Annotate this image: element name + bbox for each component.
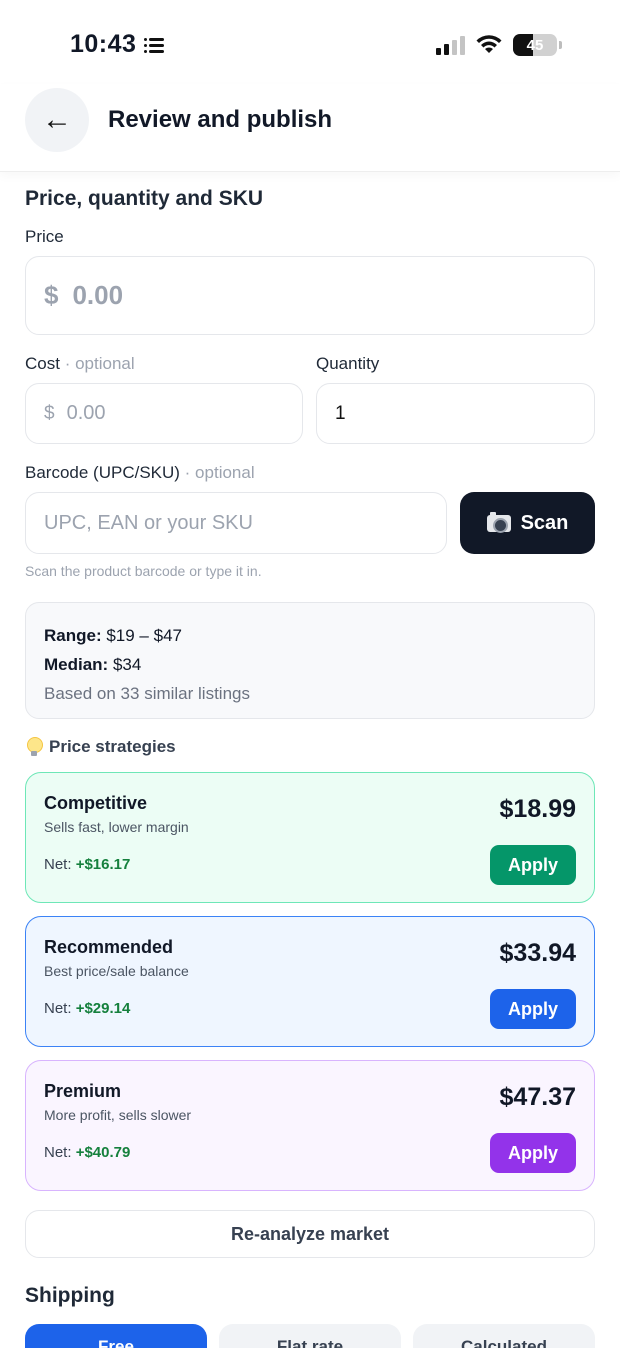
price-placeholder: 0.00 — [72, 280, 124, 310]
strategy-description: More profit, sells slower — [44, 1107, 192, 1123]
cost-placeholder: 0.00 — [66, 402, 106, 424]
median-value: $34 — [108, 655, 142, 674]
barcode-placeholder: UPC, EAN or your SKU — [44, 511, 253, 534]
scan-button[interactable]: Scan — [460, 492, 595, 554]
price-input[interactable]: $ 0.00 — [25, 256, 595, 335]
strategy-net: Net: +$16.17 — [44, 856, 130, 873]
battery-nub — [559, 41, 562, 49]
median-label: Median: — [44, 655, 109, 674]
lightbulb-icon — [27, 737, 43, 757]
range-label: Range: — [44, 626, 102, 645]
shipping-tab-flat-rate[interactable]: Flat rate — [219, 1324, 401, 1348]
cellular-signal-icon — [436, 35, 465, 55]
status-indicators: 45 — [436, 34, 562, 56]
strategy-name: Competitive — [44, 793, 148, 813]
strategy-name: Recommended — [44, 937, 174, 957]
net-value: +$40.79 — [75, 1144, 131, 1161]
strategy-card-premium: Premium More profit, sells slower $47.37… — [25, 1060, 595, 1191]
strategy-net: Net: +$29.14 — [44, 1000, 130, 1017]
clock: 10:43 — [70, 30, 165, 59]
strategy-card-competitive: Competitive Sells fast, lower margin $18… — [25, 772, 595, 903]
strategy-net: Net: +$40.79 — [44, 1144, 130, 1161]
status-bar: 10:43 45 — [0, 0, 620, 90]
strategy-price: $18.99 — [499, 795, 576, 823]
cost-label: Cost · optional — [25, 354, 135, 374]
section-title-shipping: Shipping — [25, 1284, 115, 1307]
price-strategies-heading: Price strategies — [27, 737, 176, 757]
price-currency: $ — [44, 280, 59, 310]
shipping-tab-free[interactable]: Free — [25, 1324, 207, 1348]
battery-percent: 45 — [526, 36, 544, 54]
net-label: Net: — [44, 1000, 76, 1017]
cost-optional-text: · optional — [64, 354, 135, 373]
cost-currency: $ — [44, 402, 55, 424]
net-value: +$29.14 — [75, 1000, 131, 1017]
strategy-name: Premium — [44, 1081, 122, 1101]
list-icon — [144, 37, 165, 53]
wifi-icon — [476, 35, 502, 53]
battery-icon: 45 — [513, 34, 557, 56]
barcode-label: Barcode (UPC/SKU) · optional — [25, 463, 255, 483]
price-strategies-title: Price strategies — [49, 737, 176, 756]
listings-note: Based on 33 similar listings — [44, 684, 250, 703]
median-line: Median: $34 — [44, 650, 576, 679]
quantity-input[interactable]: 1 — [316, 383, 595, 444]
scan-button-label: Scan — [520, 511, 569, 534]
strategy-description: Best price/sale balance — [44, 963, 189, 979]
quantity-label: Quantity — [316, 354, 380, 373]
cost-label-text: Cost — [25, 354, 60, 373]
camera-icon — [486, 511, 511, 533]
section-title-pricing: Price, quantity and SKU — [25, 187, 264, 210]
strategy-description: Sells fast, lower margin — [44, 819, 189, 835]
net-label: Net: — [44, 856, 76, 873]
apply-recommended-button[interactable]: Apply — [490, 989, 576, 1029]
reanalyze-market-button[interactable]: Re-analyze market — [25, 1210, 595, 1258]
barcode-optional-text: · optional — [184, 463, 255, 482]
cost-input[interactable]: $ 0.00 — [25, 383, 303, 444]
clock-time: 10:43 — [70, 30, 137, 58]
strategy-price: $47.37 — [499, 1083, 576, 1111]
shipping-tab-calculated[interactable]: Calculated — [413, 1324, 595, 1348]
strategy-card-recommended: Recommended Best price/sale balance $33.… — [25, 916, 595, 1047]
range-line: Range: $19 – $47 — [44, 621, 576, 650]
back-button[interactable]: ← — [25, 88, 89, 152]
apply-competitive-button[interactable]: Apply — [490, 845, 576, 885]
strategy-price: $33.94 — [499, 939, 576, 967]
market-range-box: Range: $19 – $47 Median: $34 Based on 33… — [25, 602, 595, 719]
price-label: Price — [25, 227, 64, 246]
page-title: Review and publish — [108, 106, 333, 133]
range-value: $19 – $47 — [101, 626, 182, 645]
apply-premium-button[interactable]: Apply — [490, 1133, 576, 1173]
barcode-helper-text: Scan the product barcode or type it in. — [25, 563, 262, 579]
quantity-value: 1 — [335, 402, 346, 424]
page-header: ← Review and publish — [0, 84, 620, 172]
net-label: Net: — [44, 1144, 76, 1161]
barcode-input[interactable]: UPC, EAN or your SKU — [25, 492, 447, 554]
back-arrow-icon: ← — [42, 103, 72, 136]
barcode-label-text: Barcode (UPC/SKU) — [25, 463, 180, 482]
net-value: +$16.17 — [75, 856, 131, 873]
